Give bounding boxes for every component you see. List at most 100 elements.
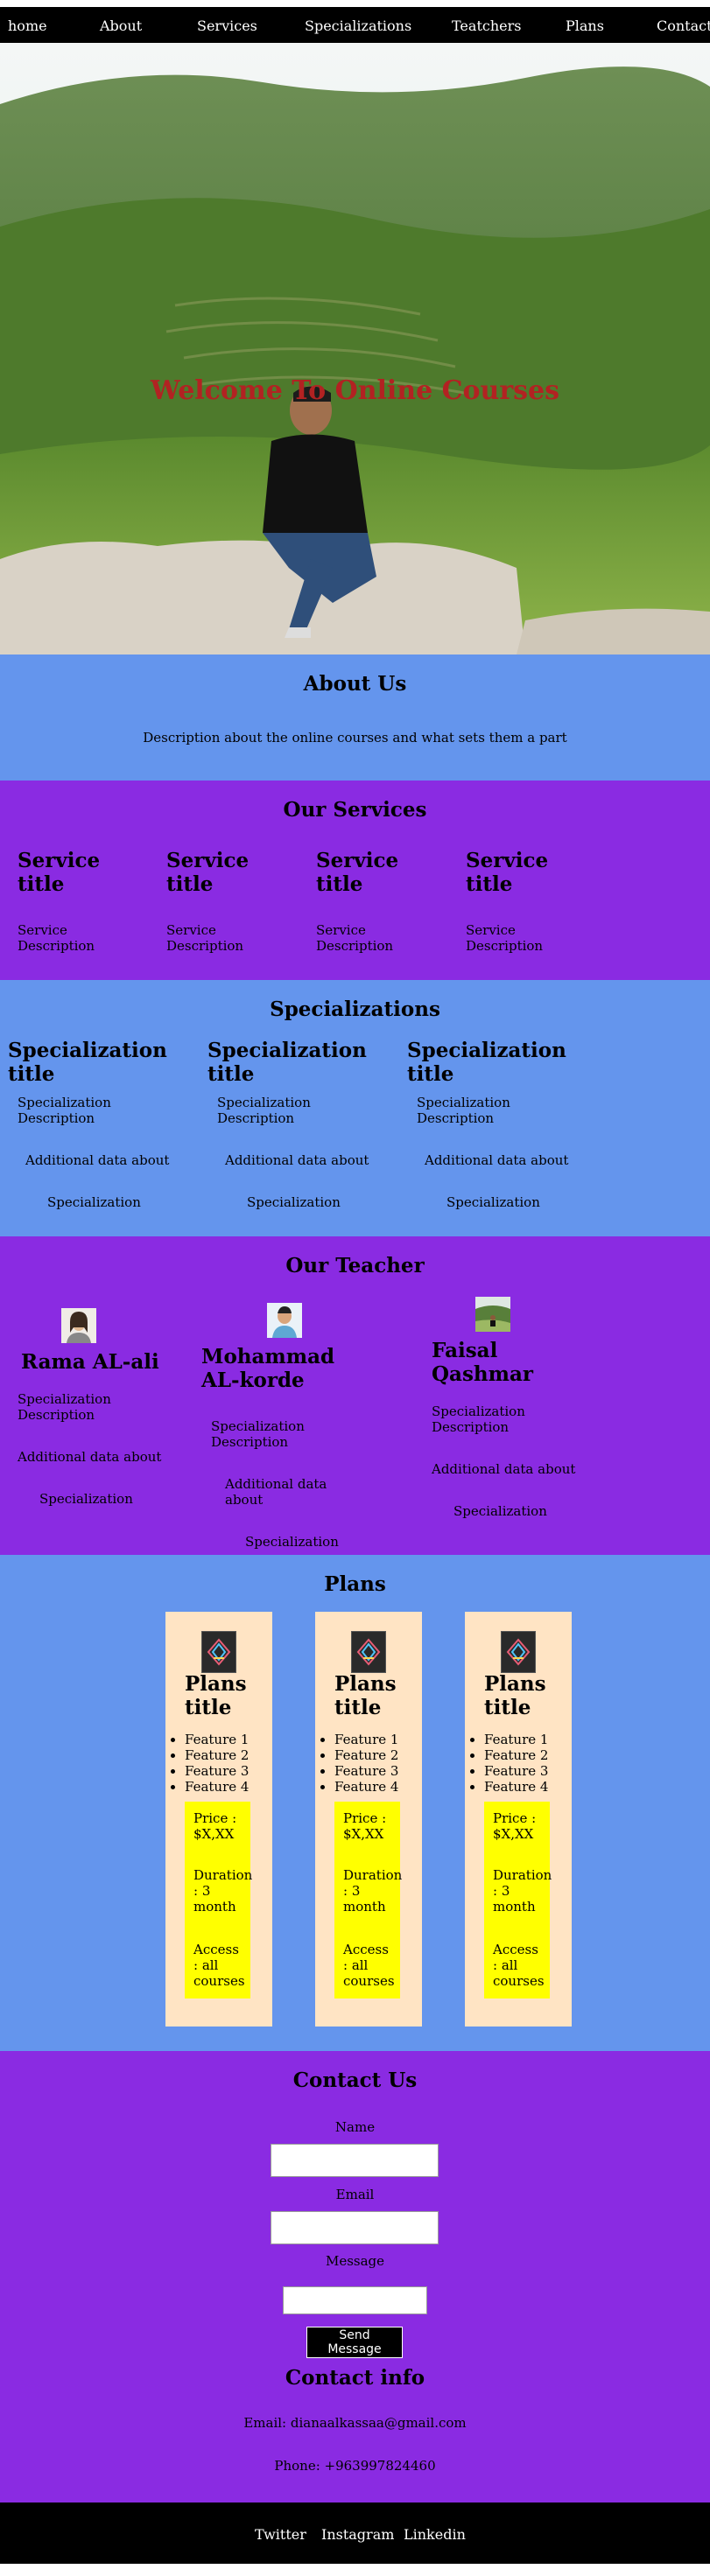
plan-logo-icon — [501, 1631, 536, 1673]
teacher-description: Specialization Description — [211, 1418, 305, 1450]
footer: Twitter Instagram Linkedin — [0, 2502, 710, 2564]
plan-logo-icon — [351, 1631, 386, 1673]
teacher-name: Mohammad AL-korde — [201, 1345, 335, 1392]
nav-contact[interactable]: Contact — [657, 18, 710, 34]
hero-photo — [0, 43, 710, 654]
name-input[interactable] — [271, 2144, 439, 2177]
specialization-additional: Additional data about — [25, 1152, 170, 1168]
specialization-additional: Additional data about — [225, 1152, 369, 1168]
contact-info-title: Contact info — [285, 2366, 425, 2390]
teachers-section: Our Teacher Rama AL-ali Specialization D… — [0, 1236, 710, 1555]
plan-feature: Feature 2 — [334, 1747, 398, 1763]
teacher-additional: Additional data about — [225, 1476, 327, 1508]
message-label: Message — [325, 2253, 385, 2269]
teacher-avatar-man-icon — [267, 1303, 302, 1338]
plan-feature: Feature 3 — [334, 1763, 398, 1779]
service-title: Service title — [466, 849, 549, 896]
nav-about[interactable]: About — [100, 18, 142, 34]
top-nav: home About Services Specializations Teat… — [0, 7, 710, 43]
hero-section: Welcome To Online Courses — [0, 43, 710, 654]
name-label: Name — [334, 2119, 376, 2135]
contact-phone: Phone: +963997824460 — [274, 2458, 436, 2474]
services-section: Our Services Service title Service Descr… — [0, 780, 710, 980]
plan-title: Plans title — [484, 1672, 546, 1719]
nav-specializations[interactable]: Specializations — [305, 18, 411, 34]
specializations-section: Specializations Specialization title Spe… — [0, 980, 710, 1236]
specialization-title: Specialization title — [8, 1039, 167, 1086]
message-input[interactable] — [283, 2286, 427, 2314]
plan-price: Price : $X,XX — [493, 1810, 537, 1842]
teacher-card: Mohammad AL-korde Specialization Descrip… — [201, 1345, 368, 1550]
footer-link-instagram[interactable]: Instagram — [321, 2526, 394, 2543]
teacher-name: Faisal Qashmar — [432, 1339, 533, 1386]
footer-link-twitter[interactable]: Twitter — [255, 2526, 306, 2543]
plan-price: Price : $X,XX — [193, 1810, 237, 1842]
teacher-name: Rama AL-ali — [21, 1350, 159, 1374]
plan-title: Plans title — [185, 1672, 247, 1719]
nav-plans[interactable]: Plans — [566, 18, 604, 34]
about-section: About Us Description about the online co… — [0, 654, 710, 780]
service-title: Service title — [18, 849, 101, 896]
service-card: Service title Service Description — [466, 849, 588, 954]
teacher-card: Faisal Qashmar Specialization Descriptio… — [432, 1339, 598, 1519]
teacher-avatar-woman-icon — [61, 1308, 96, 1343]
specialization-description: Specialization Description — [18, 1095, 111, 1126]
specialization-card: Specialization title Specialization Desc… — [407, 1039, 582, 1210]
plan-feature: Feature 3 — [484, 1763, 548, 1779]
contact-title: Contact Us — [292, 2068, 418, 2092]
specialization-description: Specialization Description — [217, 1095, 311, 1126]
specialization-card: Specialization title Specialization Desc… — [207, 1039, 383, 1210]
plan-feature: Feature 2 — [484, 1747, 548, 1763]
teacher-card: Rama AL-ali Specialization Description A… — [18, 1350, 175, 1507]
plan-title: Plans title — [334, 1672, 397, 1719]
nav-services[interactable]: Services — [197, 18, 257, 34]
teachers-title: Our Teacher — [285, 1254, 425, 1278]
plan-card: Plans title Feature 1 Feature 2 Feature … — [165, 1612, 272, 2026]
teacher-footer: Specialization — [453, 1503, 547, 1519]
specialization-footer: Specialization — [446, 1194, 540, 1210]
service-description: Service Description — [316, 922, 394, 954]
specialization-title: Specialization title — [407, 1039, 566, 1086]
plans-title: Plans — [324, 1572, 386, 1596]
teacher-additional: Additional data about — [18, 1449, 162, 1465]
send-message-button[interactable]: Send Message — [306, 2327, 403, 2358]
services-title: Our Services — [283, 798, 427, 822]
contact-email: Email: dianaalkassaa@gmail.com — [243, 2415, 467, 2431]
plan-logo-icon — [201, 1631, 236, 1673]
nav-home[interactable]: home — [8, 18, 47, 34]
specializations-title: Specializations — [270, 998, 440, 1021]
plan-feature: Feature 3 — [185, 1763, 249, 1779]
plan-features: Feature 1 Feature 2 Feature 3 Feature 4 — [465, 1732, 548, 1795]
nav-teachers[interactable]: Teatchers — [452, 18, 521, 34]
email-label: Email — [335, 2187, 375, 2202]
plan-price: Price : $X,XX — [343, 1810, 387, 1842]
plan-feature: Feature 1 — [185, 1732, 249, 1747]
plan-feature: Feature 4 — [334, 1779, 398, 1795]
footer-link-linkedin[interactable]: Linkedin — [404, 2526, 466, 2543]
specialization-footer: Specialization — [247, 1194, 341, 1210]
teacher-description: Specialization Description — [432, 1404, 525, 1435]
service-card: Service title Service Description — [18, 849, 140, 954]
plan-access: Access : all courses — [343, 1942, 395, 1989]
about-description: Description about the online courses and… — [143, 730, 567, 746]
service-card: Service title Service Description — [166, 849, 289, 954]
plan-feature: Feature 4 — [185, 1779, 249, 1795]
plan-features: Feature 1 Feature 2 Feature 3 Feature 4 — [165, 1732, 249, 1795]
plan-card: Plans title Feature 1 Feature 2 Feature … — [465, 1612, 572, 2026]
plan-duration: Duration : 3 month — [193, 1867, 253, 1914]
specialization-card: Specialization title Specialization Desc… — [8, 1039, 183, 1210]
plan-duration: Duration : 3 month — [343, 1867, 403, 1914]
email-input[interactable] — [271, 2211, 439, 2244]
plan-feature: Feature 1 — [484, 1732, 548, 1747]
teacher-avatar-landscape-icon — [475, 1297, 510, 1332]
specialization-title: Specialization title — [207, 1039, 367, 1086]
specialization-description: Specialization Description — [417, 1095, 510, 1126]
plan-access: Access : all courses — [493, 1942, 545, 1989]
teacher-footer: Specialization — [245, 1534, 339, 1550]
teacher-additional: Additional data about — [432, 1461, 576, 1477]
plan-details: Price : $X,XX Duration : 3 month Access … — [185, 1802, 253, 1998]
plan-features: Feature 1 Feature 2 Feature 3 Feature 4 — [315, 1732, 398, 1795]
service-title: Service title — [166, 849, 250, 896]
plan-feature: Feature 4 — [484, 1779, 548, 1795]
plan-feature: Feature 2 — [185, 1747, 249, 1763]
